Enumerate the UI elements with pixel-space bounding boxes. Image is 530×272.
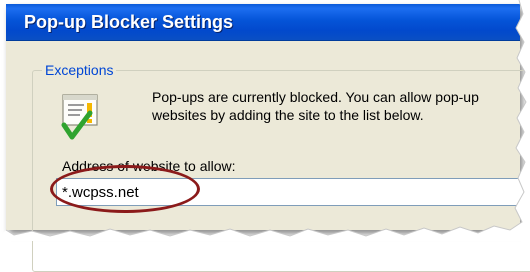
window-title: Pop-up Blocker Settings <box>24 12 234 32</box>
address-input[interactable] <box>56 178 526 206</box>
warning-shield-check-icon <box>61 94 98 140</box>
address-label: Address of website to allow: <box>62 158 236 174</box>
info-message: Pop-ups are currently blocked. You can a… <box>152 89 479 123</box>
title-bar[interactable]: Pop-up Blocker Settings <box>6 4 520 41</box>
exceptions-legend: Exceptions <box>42 62 117 78</box>
